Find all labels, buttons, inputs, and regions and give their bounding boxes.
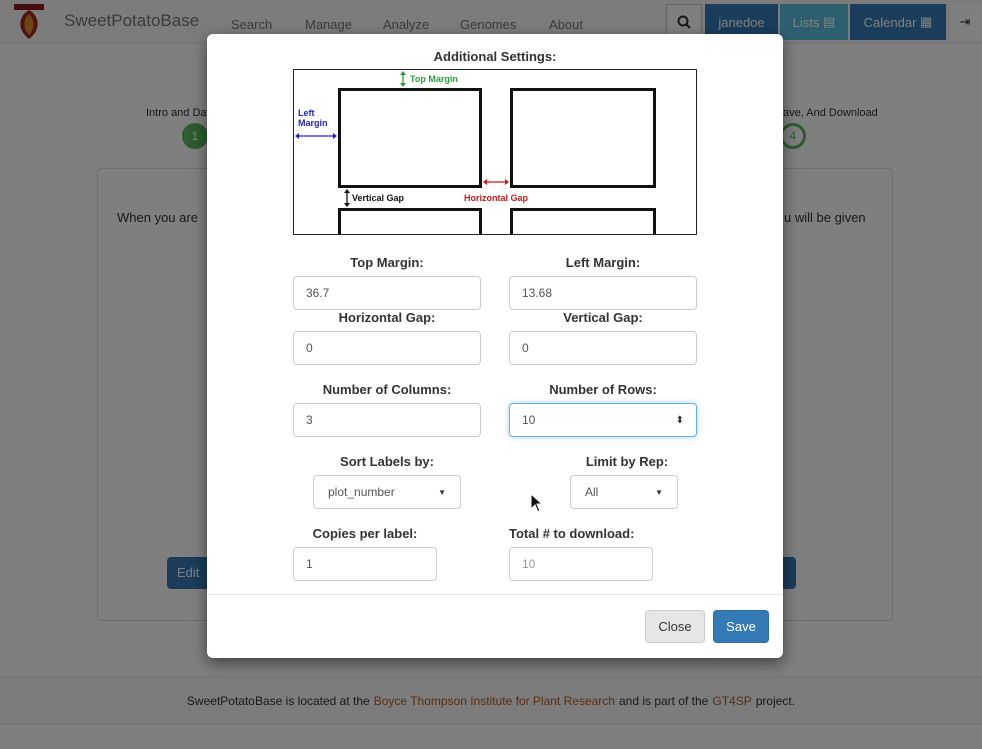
rows-input[interactable]: 10 ⬍ — [509, 403, 697, 437]
diagram-top-margin: Top Margin — [410, 74, 458, 84]
total-label: Total # to download: — [509, 526, 635, 541]
caret-down-icon: ▼ — [438, 487, 446, 497]
sort-label: Sort Labels by: — [340, 454, 434, 469]
diagram-horizontal-gap: Horizontal Gap — [464, 193, 529, 203]
vertical-gap-label: Vertical Gap: — [563, 310, 643, 325]
close-button[interactable]: Close — [645, 610, 705, 643]
top-margin-label: Top Margin: — [350, 255, 424, 270]
vertical-gap-input[interactable]: 0 — [509, 331, 697, 365]
horizontal-gap-input[interactable]: 0 — [293, 331, 481, 365]
columns-input[interactable]: 3 — [293, 403, 481, 437]
diagram-left-margin-2: Margin — [298, 118, 328, 128]
mouse-cursor-icon — [530, 493, 544, 513]
sort-select[interactable]: plot_number ▼ — [313, 475, 461, 509]
caret-down-icon: ▼ — [655, 487, 663, 497]
rows-label: Number of Rows: — [549, 382, 657, 397]
sort-value: plot_number — [328, 485, 395, 499]
spinner-icon[interactable]: ⬍ — [676, 415, 684, 426]
modal-footer-divider — [207, 594, 783, 595]
rep-label: Limit by Rep: — [585, 454, 669, 469]
left-margin-input[interactable]: 13.68 — [509, 276, 697, 310]
rep-value: All — [585, 485, 599, 499]
columns-label: Number of Columns: — [322, 382, 452, 397]
rows-value: 10 — [522, 413, 536, 427]
label-layout-diagram: Top Margin Left Margin Vertical Gap Hori… — [293, 69, 697, 235]
rep-select[interactable]: All ▼ — [570, 475, 678, 509]
total-input: 10 — [509, 547, 653, 581]
save-button[interactable]: Save — [713, 610, 769, 643]
settings-modal: Additional Settings: Top Margin Left Mar… — [207, 34, 783, 658]
diagram-vertical-gap: Vertical Gap — [352, 193, 405, 203]
copies-label: Copies per label: — [312, 526, 418, 541]
left-margin-label: Left Margin: — [565, 255, 641, 270]
copies-input[interactable]: 1 — [293, 547, 437, 581]
modal-title: Additional Settings: — [433, 49, 557, 64]
top-margin-input[interactable]: 36.7 — [293, 276, 481, 310]
horizontal-gap-label: Horizontal Gap: — [338, 310, 436, 325]
diagram-left-margin-1: Left — [298, 108, 315, 118]
diagram-arrows — [295, 71, 509, 207]
